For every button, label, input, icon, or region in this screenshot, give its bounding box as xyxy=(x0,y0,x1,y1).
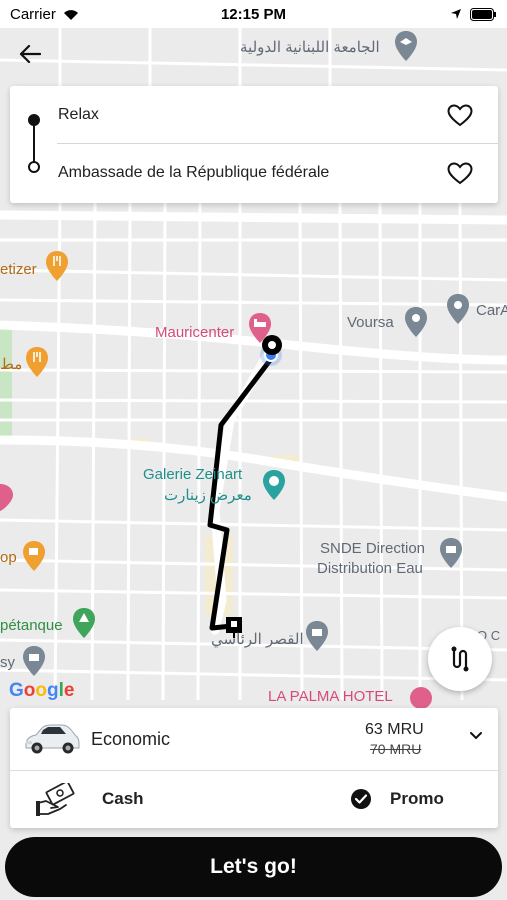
promo-button[interactable]: Promo xyxy=(350,771,490,828)
favorite-destination-button[interactable] xyxy=(446,159,474,187)
route-swap-icon xyxy=(451,646,469,672)
favorite-origin-button[interactable] xyxy=(446,101,474,129)
palace-pin-icon xyxy=(306,621,328,651)
cara-pin-icon xyxy=(447,294,469,324)
restaurant-pin-icon xyxy=(46,251,68,281)
snde-pin-icon xyxy=(440,538,462,568)
ride-type-selector[interactable]: Economic 63 MRU 70 MRU xyxy=(10,708,498,770)
lets-go-button[interactable]: Let's go! xyxy=(5,837,502,897)
ride-type-name: Economic xyxy=(91,729,171,749)
chevron-down-icon[interactable] xyxy=(469,731,483,741)
google-logo: Google xyxy=(9,680,75,701)
la-palma-pin-icon xyxy=(410,687,432,708)
payment-row: Cash Promo xyxy=(10,771,498,828)
route-options-button[interactable] xyxy=(428,627,492,691)
origin-label: Relax xyxy=(58,106,99,123)
cash-icon xyxy=(36,783,75,816)
poi-petanque: pétanque xyxy=(0,617,63,634)
poi-petizer: etizer xyxy=(0,261,37,278)
battery-icon xyxy=(470,7,496,21)
ride-price: 63 MRU xyxy=(365,721,424,738)
university-pin-icon xyxy=(395,31,417,61)
heart-icon xyxy=(447,103,473,126)
route-card: Relax Ambassade de la République fédéral… xyxy=(10,86,498,203)
hospital-pin-icon xyxy=(0,484,13,511)
destination-label: Ambassade de la République fédérale xyxy=(58,164,330,181)
poi-sy: sy xyxy=(0,654,15,671)
check-circle-icon xyxy=(351,789,371,809)
poi-cara: CarA xyxy=(476,302,507,319)
poi-snde-sub: Distribution Eau xyxy=(317,560,423,577)
hotel-pin-icon xyxy=(249,313,271,343)
poi-university: الجامعة اللبنانية الدولية xyxy=(240,39,380,56)
voursa-pin-icon xyxy=(405,307,427,337)
poi-op: op xyxy=(0,549,17,566)
restaurant-pin-2-icon xyxy=(26,347,48,377)
poi-galerie-name: Galerie Zeinart xyxy=(143,466,243,483)
back-arrow-icon xyxy=(19,45,41,63)
poi-snde-name: SNDE Direction xyxy=(320,540,426,557)
park-pin-icon xyxy=(73,608,95,638)
gallery-pin-icon xyxy=(263,470,285,500)
poi-palace: القصر الرئاسي xyxy=(211,631,304,648)
heart-icon xyxy=(447,161,473,184)
car-icon xyxy=(25,724,80,754)
cafe-pin-icon xyxy=(23,541,45,571)
status-bar: Carrier 12:15 PM xyxy=(0,0,507,28)
building-pin-icon xyxy=(23,646,45,676)
poi-voursa: Voursa xyxy=(347,314,394,331)
wifi-icon xyxy=(63,9,78,20)
destination-row[interactable]: Ambassade de la République fédérale xyxy=(10,144,498,202)
promo-label: Promo xyxy=(390,789,444,808)
cash-payment-button[interactable]: Cash xyxy=(36,771,186,828)
poi-galerie-name-ar: معرض زينارت xyxy=(164,487,252,504)
poi-mat: مط xyxy=(0,356,23,373)
ride-old-price: 70 MRU xyxy=(370,741,422,757)
ride-options-card: Economic 63 MRU 70 MRU Cash Promo xyxy=(10,708,498,828)
back-button[interactable] xyxy=(12,38,48,70)
cash-label: Cash xyxy=(102,789,144,808)
carrier-label: Carrier xyxy=(10,5,56,23)
location-arrow-icon xyxy=(451,9,461,19)
poi-mauricenter: Mauricenter xyxy=(155,324,235,341)
poi-la-palma: LA PALMA HOTEL xyxy=(268,688,393,705)
origin-row[interactable]: Relax xyxy=(10,86,498,144)
